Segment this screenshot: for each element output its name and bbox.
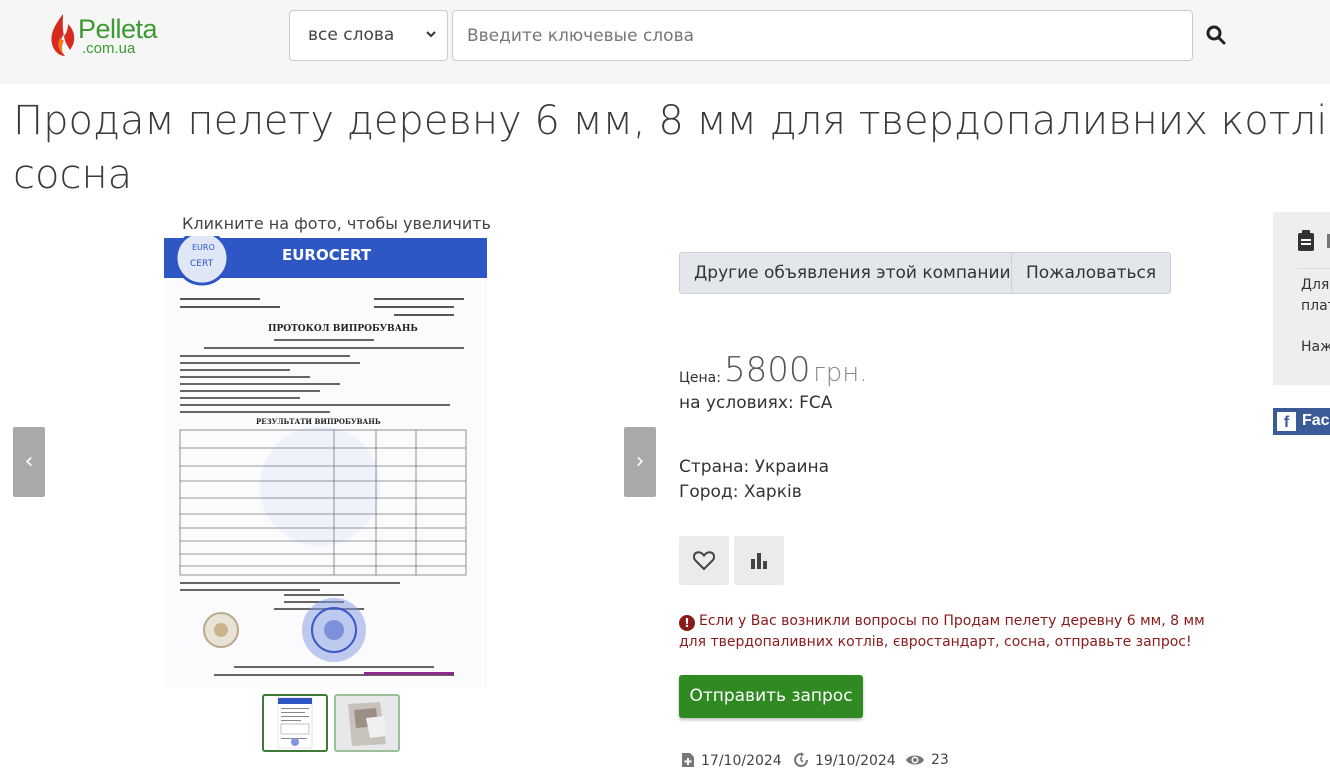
photo-doc-subtitle: РЕЗУЛЬТАТИ ВИПРОБУВАНЬ <box>256 417 381 426</box>
facebook-icon: f <box>1277 412 1296 431</box>
statistics-button[interactable] <box>734 536 784 585</box>
site-header: Pelleta .com.ua все слова <box>0 0 1330 84</box>
bar-chart-icon <box>751 553 767 569</box>
sidebar-text-line1: Для <box>1301 277 1330 293</box>
photo-caption: Кликните на фото, чтобы увеличить <box>182 214 491 233</box>
delivery-terms: на условиях: FCA <box>679 393 833 413</box>
svg-text:CERT: CERT <box>190 259 214 269</box>
views-value: 23 <box>931 752 949 768</box>
facebook-label: Fac <box>1302 412 1330 429</box>
exclamation-icon: ! <box>679 615 695 631</box>
photo-prev-button[interactable]: ‹ <box>13 427 45 497</box>
views-count: 23 <box>905 752 949 768</box>
created-date: 17/10/2024 <box>681 752 782 769</box>
sidebar-info-panel: Для плат Наж <box>1273 212 1330 385</box>
updated-date-value: 19/10/2024 <box>815 753 896 769</box>
price-currency: грн. <box>813 358 868 388</box>
city-info: Город: Харків <box>679 482 802 502</box>
file-add-icon <box>682 753 694 767</box>
question-notice-text: Если у Вас возникли вопросы по Продам пе… <box>679 613 1205 650</box>
photo-thumbnail[interactable] <box>334 694 400 752</box>
sidebar-divider <box>1297 268 1330 269</box>
page-title: Продам пелету деревну 6 мм, 8 мм для тве… <box>13 94 1330 202</box>
search-mode-value: все слова <box>308 25 395 45</box>
search-input[interactable] <box>452 10 1193 61</box>
photo-thumbnail[interactable] <box>262 694 328 752</box>
page-title-line2: сосна <box>13 152 133 198</box>
thumbnail-certificate-image <box>277 697 313 749</box>
price-value: 5800 <box>724 350 811 390</box>
photo-next-button[interactable]: › <box>624 427 656 497</box>
price-label: Цена: <box>679 370 721 386</box>
send-request-button[interactable]: Отправить запрос <box>679 675 863 718</box>
search-mode-select[interactable]: все слова <box>289 10 448 61</box>
question-notice: ! Если у Вас возникли вопросы по Продам п… <box>679 611 1219 653</box>
refresh-clock-icon <box>794 752 808 767</box>
created-date-value: 17/10/2024 <box>701 753 782 769</box>
search-icon[interactable] <box>1205 24 1227 46</box>
site-logo[interactable]: Pelleta .com.ua <box>48 12 178 60</box>
certificate-image: EURO CERT EUROCERT ПРОТОКОЛ ВИПРОБУВАНЬ … <box>164 236 487 688</box>
listing-photo[interactable]: EURO CERT EUROCERT ПРОТОКОЛ ВИПРОБУВАНЬ … <box>164 236 487 688</box>
page-title-line1: Продам пелету деревну 6 мм, 8 мм для тве… <box>13 98 1330 144</box>
updated-date: 19/10/2024 <box>793 752 896 769</box>
photo-doc-title: ПРОТОКОЛ ВИПРОБУВАНЬ <box>268 324 418 334</box>
facebook-share-button[interactable]: f Fac <box>1273 408 1330 435</box>
other-ads-button[interactable]: Другие объявления этой компании <box>679 252 1026 294</box>
sidebar-text-line3: Наж <box>1301 339 1330 355</box>
thumbnail-pellet-bag-image <box>336 696 398 750</box>
sidebar-text-line2: плат <box>1301 298 1330 314</box>
favorite-button[interactable] <box>679 536 729 585</box>
eye-icon <box>906 755 924 765</box>
country-info: Страна: Украина <box>679 457 830 477</box>
clipboard-icon <box>1298 230 1314 251</box>
flame-icon <box>51 14 75 56</box>
svg-text:EURO: EURO <box>192 243 215 252</box>
heart-icon <box>692 551 716 571</box>
complain-button[interactable]: Пожаловаться <box>1011 252 1172 294</box>
photo-header-text: EUROCERT <box>282 246 372 264</box>
chevron-down-icon <box>426 31 436 38</box>
logo-domain: .com.ua <box>82 40 136 57</box>
